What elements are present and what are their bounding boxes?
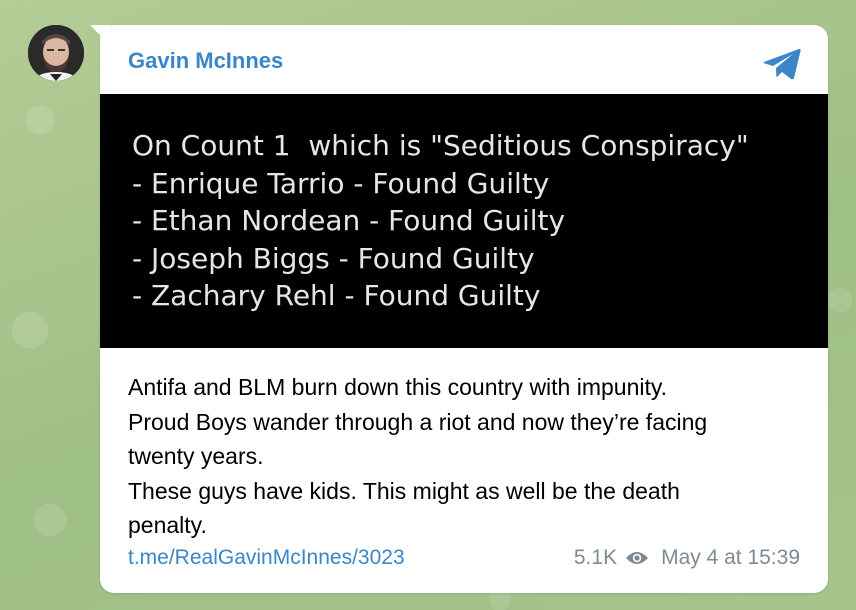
post-footer: t.me/RealGavinMcInnes/3023 5.1K May 4 at… [128,543,800,573]
image-text-line: - Zachary Rehl - Found Guilty [132,279,541,312]
caption-line: Proud Boys wander through a riot and now… [128,408,708,435]
caption-line: penalty. [128,512,207,538]
image-text-line: On Count 1 which is "Seditious Conspirac… [132,129,749,162]
post-image[interactable]: On Count 1 which is "Seditious Conspirac… [100,94,828,348]
post-date: May 4 at 15:39 [661,546,800,569]
post-link[interactable]: t.me/RealGavinMcInnes/3023 [128,546,405,570]
eye-icon [626,552,649,564]
caption-line: Antifa and BLM burn down this country wi… [128,374,668,400]
image-text-line: - Joseph Biggs - Found Guilty [132,241,535,275]
avatar[interactable] [28,25,84,81]
image-text-line: - Ethan Nordean - Found Guilty [132,204,566,237]
post-meta: 5.1K May 4 at 15:39 [574,546,800,570]
caption-line: twenty years. [128,443,264,469]
share-button[interactable] [760,41,804,85]
channel-name[interactable]: Gavin McInnes [128,48,283,74]
avatar-photo [28,25,84,81]
post-caption: Antifa and BLM burn down this country wi… [128,370,808,543]
image-text-line: - Enrique Tarrio - Found Guilty [132,166,550,200]
message-bubble: Gavin McInnes On Count 1 which is "Sedit… [100,25,828,593]
image-text: On Count 1 which is "Seditious Conspirac… [132,127,749,315]
caption-line: These guys have kids. This might as well… [128,477,680,504]
telegram-plane-icon [763,48,801,80]
view-count: 5.1K [573,546,618,569]
